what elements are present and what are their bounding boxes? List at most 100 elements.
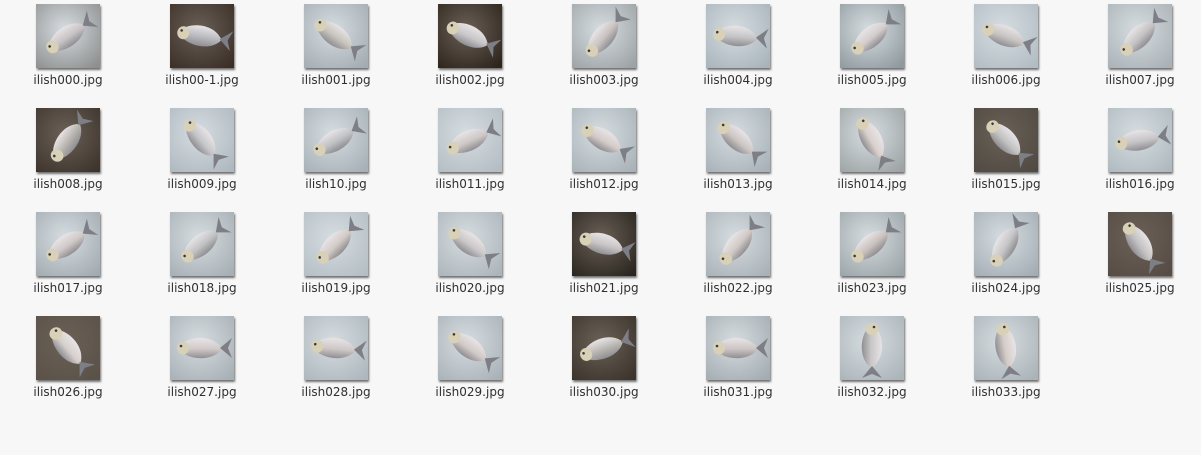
file-item[interactable]: ilish022.jpg [671,208,805,295]
image-thumbnail[interactable] [36,316,100,380]
image-thumbnail[interactable] [438,212,502,276]
file-name-label: ilish015.jpg [971,177,1041,191]
image-thumbnail[interactable] [304,4,368,68]
file-name-label: ilish026.jpg [33,385,103,399]
file-item[interactable]: ilish000.jpg [1,0,135,87]
file-item[interactable]: ilish005.jpg [805,0,939,87]
image-thumbnail[interactable] [706,212,770,276]
image-thumbnail[interactable] [706,4,770,68]
file-item[interactable]: ilish001.jpg [269,0,403,87]
file-name-label: ilish004.jpg [703,73,773,87]
file-item[interactable]: ilish020.jpg [403,208,537,295]
file-name-label: ilish031.jpg [703,385,773,399]
file-item[interactable]: ilish013.jpg [671,104,805,191]
fish-photo-icon [572,212,636,276]
fish-photo-icon [438,108,502,172]
image-thumbnail[interactable] [1108,4,1172,68]
image-thumbnail[interactable] [304,316,368,380]
file-item[interactable]: ilish019.jpg [269,208,403,295]
file-item[interactable]: ilish10.jpg [269,104,403,191]
image-thumbnail[interactable] [974,212,1038,276]
file-name-label: ilish012.jpg [569,177,639,191]
image-thumbnail[interactable] [170,316,234,380]
file-item[interactable]: ilish026.jpg [1,312,135,399]
file-item[interactable]: ilish006.jpg [939,0,1073,87]
file-name-label: ilish011.jpg [435,177,505,191]
file-item[interactable]: ilish024.jpg [939,208,1073,295]
file-name-label: ilish002.jpg [435,73,505,87]
fish-photo-icon [840,4,904,68]
image-thumbnail[interactable] [438,4,502,68]
file-name-label: ilish019.jpg [301,281,371,295]
image-thumbnail[interactable] [840,108,904,172]
file-item[interactable]: ilish016.jpg [1073,104,1201,191]
image-thumbnail[interactable] [170,108,234,172]
image-thumbnail[interactable] [438,108,502,172]
file-item[interactable]: ilish003.jpg [537,0,671,87]
image-thumbnail[interactable] [974,4,1038,68]
image-thumbnail[interactable] [572,108,636,172]
fish-photo-icon [36,4,100,68]
image-thumbnail[interactable] [170,4,234,68]
image-thumbnail[interactable] [572,4,636,68]
fish-photo-icon [170,108,234,172]
file-name-label: ilish025.jpg [1105,281,1175,295]
file-item[interactable]: ilish027.jpg [135,312,269,399]
fish-photo-icon [304,4,368,68]
image-thumbnail[interactable] [36,108,100,172]
image-thumbnail[interactable] [1108,212,1172,276]
fish-photo-icon [438,4,502,68]
file-item[interactable]: ilish014.jpg [805,104,939,191]
file-name-label: ilish030.jpg [569,385,639,399]
fish-photo-icon [170,316,234,380]
file-item[interactable]: ilish025.jpg [1073,208,1201,295]
file-item[interactable]: ilish031.jpg [671,312,805,399]
file-name-label: ilish014.jpg [837,177,907,191]
image-thumbnail[interactable] [304,212,368,276]
file-name-label: ilish032.jpg [837,385,907,399]
image-thumbnail[interactable] [840,212,904,276]
file-item[interactable]: ilish015.jpg [939,104,1073,191]
file-item[interactable]: ilish030.jpg [537,312,671,399]
file-item[interactable]: ilish028.jpg [269,312,403,399]
file-item[interactable]: ilish023.jpg [805,208,939,295]
file-item[interactable]: ilish012.jpg [537,104,671,191]
image-thumbnail[interactable] [706,316,770,380]
file-name-label: ilish005.jpg [837,73,907,87]
image-thumbnail[interactable] [36,212,100,276]
file-item[interactable]: ilish008.jpg [1,104,135,191]
image-thumbnail[interactable] [974,108,1038,172]
file-item[interactable]: ilish018.jpg [135,208,269,295]
image-thumbnail[interactable] [572,316,636,380]
file-item[interactable]: ilish032.jpg [805,312,939,399]
image-thumbnail[interactable] [974,316,1038,380]
image-thumbnail[interactable] [304,108,368,172]
file-item[interactable]: ilish011.jpg [403,104,537,191]
file-item[interactable]: ilish004.jpg [671,0,805,87]
image-thumbnail[interactable] [170,212,234,276]
file-name-label: ilish020.jpg [435,281,505,295]
file-name-label: ilish000.jpg [33,73,103,87]
image-thumbnail[interactable] [1108,108,1172,172]
file-item[interactable]: ilish017.jpg [1,208,135,295]
image-thumbnail[interactable] [706,108,770,172]
file-name-label: ilish017.jpg [33,281,103,295]
image-thumbnail[interactable] [840,4,904,68]
fish-photo-icon [572,4,636,68]
file-item[interactable]: ilish002.jpg [403,0,537,87]
file-item[interactable]: ilish021.jpg [537,208,671,295]
file-item[interactable]: ilish033.jpg [939,312,1073,399]
image-thumbnail[interactable] [438,316,502,380]
file-item[interactable]: ilish029.jpg [403,312,537,399]
image-thumbnail[interactable] [36,4,100,68]
image-thumbnail[interactable] [572,212,636,276]
file-name-label: ilish006.jpg [971,73,1041,87]
fish-photo-icon [170,212,234,276]
file-item[interactable]: ilish007.jpg [1073,0,1201,87]
file-item[interactable]: ilish009.jpg [135,104,269,191]
file-name-label: ilish10.jpg [305,177,367,191]
fish-photo-icon [304,108,368,172]
file-item[interactable]: ilish00-1.jpg [135,0,269,87]
fish-photo-icon [438,212,502,276]
image-thumbnail[interactable] [840,316,904,380]
